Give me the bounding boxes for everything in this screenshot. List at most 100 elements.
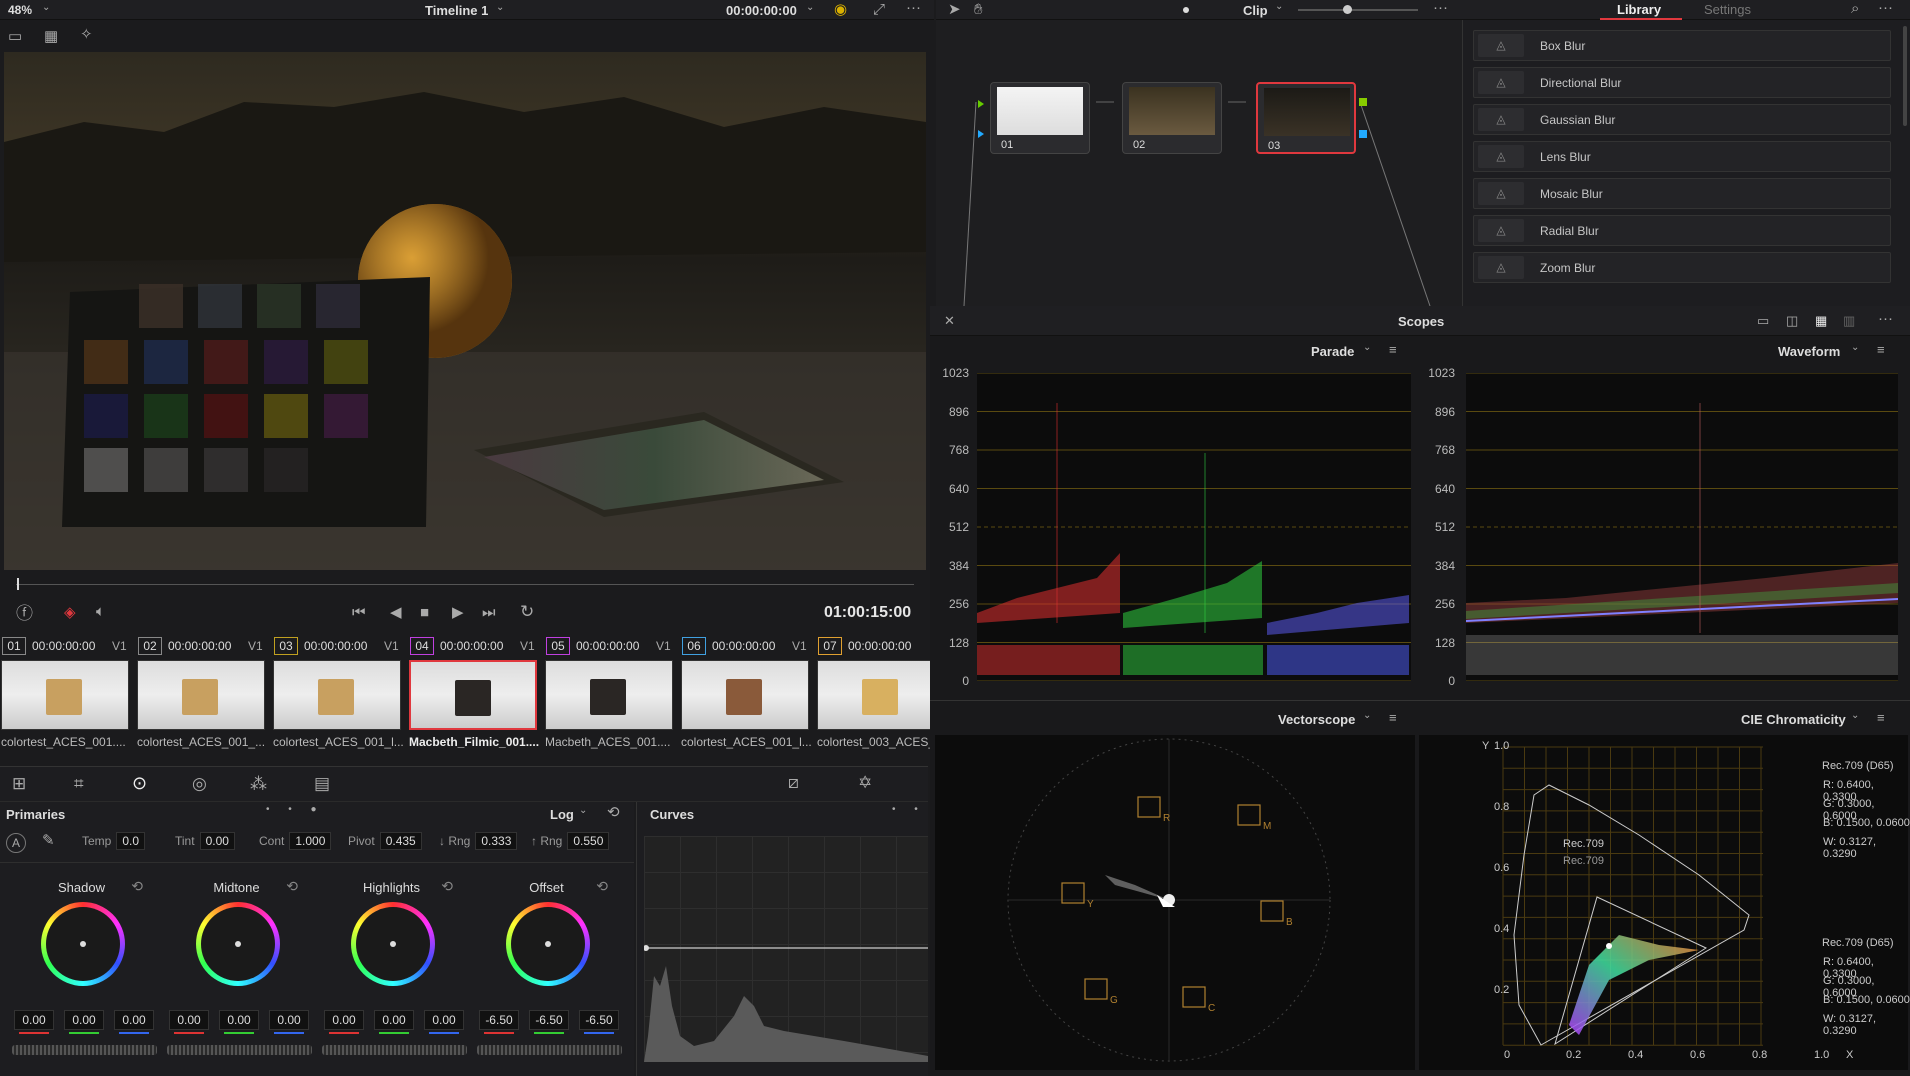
- timeline-dropdown[interactable]: Timeline 1: [425, 3, 488, 18]
- chevron-down-icon[interactable]: ⌄: [806, 3, 814, 13]
- curves-tool-icon[interactable]: ⧄: [788, 774, 799, 791]
- rgb-mixer-icon[interactable]: ⁂: [250, 775, 267, 792]
- layout-single-icon[interactable]: ▭: [1757, 314, 1769, 327]
- wheel-value[interactable]: 0.00: [219, 1010, 259, 1030]
- scope-settings-icon[interactable]: ≡: [1877, 343, 1885, 356]
- hdr-icon[interactable]: ◎: [192, 775, 207, 792]
- search-icon[interactable]: ⌕: [1851, 1, 1859, 16]
- loop-icon[interactable]: ↻: [520, 603, 534, 620]
- clip-thumbnail[interactable]: [681, 660, 809, 730]
- wheel-value[interactable]: 0.00: [424, 1010, 464, 1030]
- node-zoom-handle[interactable]: [1343, 5, 1352, 14]
- clip-thumbnail[interactable]: [409, 660, 537, 730]
- more-options-icon[interactable]: ···: [906, 0, 921, 15]
- wheel-value[interactable]: 0.00: [269, 1010, 309, 1030]
- color-match-icon[interactable]: ⌗: [74, 775, 84, 792]
- layout-strip-icon[interactable]: ▥: [1843, 314, 1855, 327]
- vectorscope-dropdown[interactable]: Vectorscope: [1278, 712, 1355, 727]
- tint-value[interactable]: 0.00: [199, 832, 235, 850]
- picker-icon[interactable]: ✎: [42, 833, 55, 848]
- reset-icon[interactable]: ⟲: [607, 805, 620, 820]
- high-range-param[interactable]: ↑ Rng 0.550: [531, 832, 610, 850]
- library-scrollbar[interactable]: [1903, 26, 1907, 126]
- wheel-value[interactable]: -6.50: [479, 1010, 519, 1030]
- split-viewer-icon[interactable]: ▦: [44, 29, 58, 44]
- node-03[interactable]: 03: [1256, 82, 1356, 154]
- chevron-down-icon[interactable]: ⌄: [1275, 2, 1283, 12]
- clip-thumbnail[interactable]: [1, 660, 129, 730]
- wheel-master-slider[interactable]: [167, 1045, 312, 1055]
- chevron-down-icon[interactable]: ⌄: [579, 806, 587, 816]
- scope-settings-icon[interactable]: ≡: [1389, 711, 1397, 724]
- wheel-value[interactable]: 0.00: [169, 1010, 209, 1030]
- auto-balance-icon[interactable]: A: [6, 833, 26, 853]
- more-options-icon[interactable]: ···: [1878, 0, 1893, 15]
- chevron-down-icon[interactable]: ⌄: [1363, 343, 1371, 353]
- library-item[interactable]: ◬ Zoom Blur: [1473, 252, 1891, 283]
- reset-icon[interactable]: ⟲: [286, 878, 298, 895]
- chevron-down-icon[interactable]: ⌄: [1851, 711, 1859, 721]
- wheel-value[interactable]: 0.00: [374, 1010, 414, 1030]
- chevron-down-icon[interactable]: ⌄: [1363, 711, 1371, 721]
- layers-icon[interactable]: ◈: [64, 605, 76, 620]
- fx-icon[interactable]: ⓕ: [16, 605, 33, 622]
- stop-icon[interactable]: ■: [420, 605, 429, 620]
- page-dots-icon[interactable]: • •: [892, 805, 926, 815]
- parade-dropdown[interactable]: Parade: [1311, 344, 1354, 359]
- more-options-icon[interactable]: ···: [1878, 311, 1893, 326]
- tab-settings[interactable]: Settings: [1704, 2, 1751, 17]
- wheel-ring[interactable]: [506, 902, 590, 986]
- step-back-icon[interactable]: ◀: [390, 605, 402, 620]
- node-01[interactable]: 01: [990, 82, 1090, 154]
- curves-graph[interactable]: [643, 836, 928, 1062]
- single-viewer-icon[interactable]: ▭: [8, 29, 22, 44]
- color-wheels-icon[interactable]: ⊙: [132, 774, 147, 792]
- library-item[interactable]: ◬ Mosaic Blur: [1473, 178, 1891, 209]
- clip-item[interactable]: 02 00:00:00:00 V1 colortest_ACES_001_...: [136, 636, 270, 754]
- layout-quad-icon[interactable]: ▦: [1815, 314, 1827, 327]
- color-wheel-offset[interactable]: Offset ⟲ -6.50 -6.50 -6.50: [469, 878, 624, 1060]
- tab-library[interactable]: Library: [1617, 2, 1661, 17]
- zoom-dropdown[interactable]: 48%: [8, 3, 32, 17]
- color-wheel-midtone[interactable]: Midtone ⟲ 0.00 0.00 0.00: [159, 878, 314, 1060]
- contrast-value[interactable]: 1.000: [289, 832, 332, 850]
- more-options-icon[interactable]: ···: [1433, 0, 1448, 15]
- node-output-green[interactable]: [1359, 98, 1367, 106]
- wheel-value[interactable]: -6.50: [579, 1010, 619, 1030]
- clip-thumbnail[interactable]: [817, 660, 945, 730]
- chevron-down-icon[interactable]: ⌄: [42, 3, 50, 13]
- viewer-image[interactable]: [4, 52, 926, 570]
- go-to-end-icon[interactable]: ⏭︎: [482, 605, 496, 620]
- clip-item[interactable]: 05 00:00:00:00 V1 Macbeth_ACES_001....: [544, 636, 678, 754]
- wheel-value[interactable]: 0.00: [114, 1010, 154, 1030]
- temp-value[interactable]: 0.0: [116, 832, 146, 850]
- reset-icon[interactable]: ⟲: [131, 878, 143, 895]
- node-02[interactable]: 02: [1122, 82, 1222, 154]
- low-range-value[interactable]: 0.333: [475, 832, 518, 850]
- reset-icon[interactable]: ⟲: [441, 878, 453, 895]
- library-item[interactable]: ◬ Box Blur: [1473, 30, 1891, 61]
- clip-item[interactable]: 03 00:00:00:00 V1 colortest_ACES_001_l..…: [272, 636, 406, 754]
- wheel-puck[interactable]: [390, 941, 396, 947]
- wheel-puck[interactable]: [235, 941, 241, 947]
- node-input-green[interactable]: [978, 100, 984, 108]
- tint-param[interactable]: Tint 0.00: [175, 832, 235, 850]
- volume-icon[interactable]: 🔈︎: [96, 604, 105, 619]
- log-mode-dropdown[interactable]: Log: [550, 807, 574, 822]
- reset-icon[interactable]: ⟲: [596, 878, 608, 895]
- go-to-start-icon[interactable]: ⏮︎: [352, 605, 366, 620]
- hand-icon[interactable]: ✋︎: [974, 2, 983, 17]
- clip-item[interactable]: 01 00:00:00:00 V1 colortest_ACES_001....: [0, 636, 134, 754]
- contrast-param[interactable]: Cont 1.000: [259, 832, 332, 850]
- pivot-value[interactable]: 0.435: [379, 832, 422, 850]
- wheel-master-slider[interactable]: [322, 1045, 467, 1055]
- wheel-ring[interactable]: [196, 902, 280, 986]
- node-output-blue[interactable]: [1359, 130, 1367, 138]
- clip-thumbnail[interactable]: [545, 660, 673, 730]
- wheel-master-slider[interactable]: [477, 1045, 622, 1055]
- wheel-puck[interactable]: [80, 941, 86, 947]
- layout-dual-icon[interactable]: ◫: [1786, 314, 1798, 327]
- clip-thumbnail[interactable]: [137, 660, 265, 730]
- color-wheel-shadow[interactable]: Shadow ⟲ 0.00 0.00 0.00: [4, 878, 159, 1060]
- wheel-ring[interactable]: [351, 902, 435, 986]
